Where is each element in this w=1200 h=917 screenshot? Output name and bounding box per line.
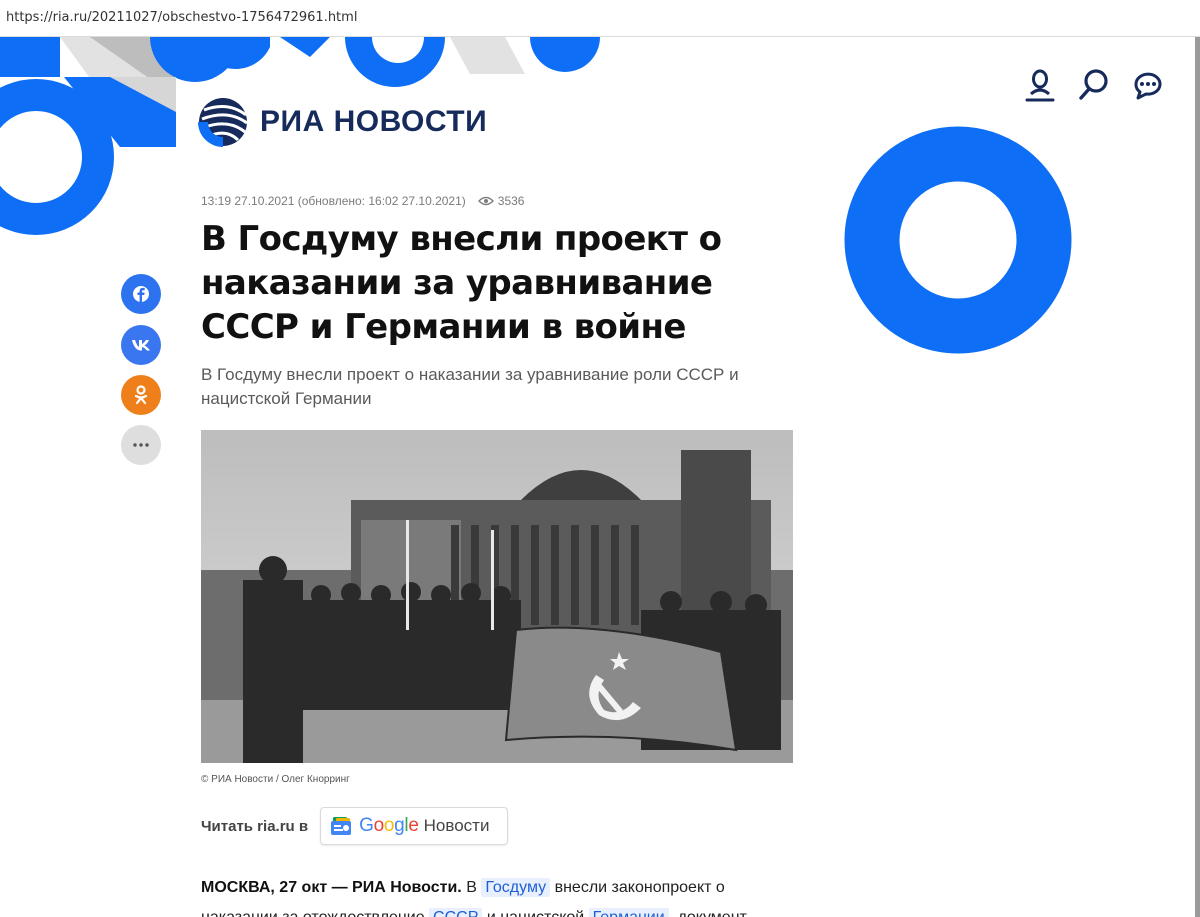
search-icon[interactable] <box>1076 67 1112 103</box>
publish-date: 13:19 27.10.2021 (обновлено: 16:02 27.10… <box>201 194 466 208</box>
link-ussr[interactable]: СССР <box>429 908 483 917</box>
views-counter: 3536 <box>477 194 525 208</box>
share-facebook-button[interactable] <box>121 274 161 314</box>
google-news-label: Новости <box>423 816 490 835</box>
article-subtitle: В Госдуму внесли проект о наказании за у… <box>201 365 739 408</box>
share-vk-button[interactable] <box>121 325 161 365</box>
link-gosduma[interactable]: Госдуму <box>481 878 551 897</box>
odnoklassniki-icon <box>134 385 148 405</box>
share-odnoklassniki-button[interactable] <box>121 375 161 415</box>
page: РИА НОВОСТИ 13:19 27.10.2021 (обновлено:… <box>0 37 1200 917</box>
user-icon[interactable] <box>1022 67 1058 103</box>
facebook-icon <box>133 286 149 302</box>
share-more-button[interactable] <box>121 425 161 465</box>
reichstag-photo <box>201 430 793 763</box>
article-title: В Госдуму внесли проект о наказании за у… <box>201 219 722 347</box>
lead-text-4: , документ <box>669 909 747 917</box>
views-count: 3536 <box>497 194 525 208</box>
url-text[interactable]: https://ria.ru/20211027/obschestvo-17564… <box>6 10 357 25</box>
address-bar[interactable]: https://ria.ru/20211027/obschestvo-17564… <box>0 0 1200 37</box>
more-icon <box>133 443 149 447</box>
vk-icon <box>132 340 150 351</box>
globe-logo-icon <box>198 98 248 147</box>
ria-logo[interactable]: РИА НОВОСТИ <box>198 96 487 148</box>
chat-icon[interactable] <box>1130 67 1166 103</box>
link-germany[interactable]: Германии <box>588 908 669 917</box>
google-news-promo: Читать ria.ru в Google Новости <box>201 807 509 845</box>
read-label: Читать ria.ru в <box>201 817 309 835</box>
article-photo[interactable] <box>201 430 793 763</box>
google-wordmark: Google <box>359 815 419 836</box>
window-edge <box>1195 37 1200 917</box>
dateline: МОСКВА, 27 окт — РИА Новости. <box>201 879 462 896</box>
google-news-button[interactable]: Google Новости <box>320 807 509 845</box>
lead-text-3: и нацистской <box>482 909 588 917</box>
logo-text: РИА НОВОСТИ <box>260 105 488 138</box>
google-news-icon <box>331 817 352 835</box>
photo-caption: © РИА Новости / Олег Кнорринг <box>201 774 350 785</box>
article-lead: МОСКВА, 27 окт — РИА Новости. В Госдуму … <box>201 873 781 917</box>
eye-icon <box>477 196 494 206</box>
article-meta: 13:19 27.10.2021 (обновлено: 16:02 27.10… <box>201 194 524 208</box>
lead-text-1: В <box>461 879 482 896</box>
